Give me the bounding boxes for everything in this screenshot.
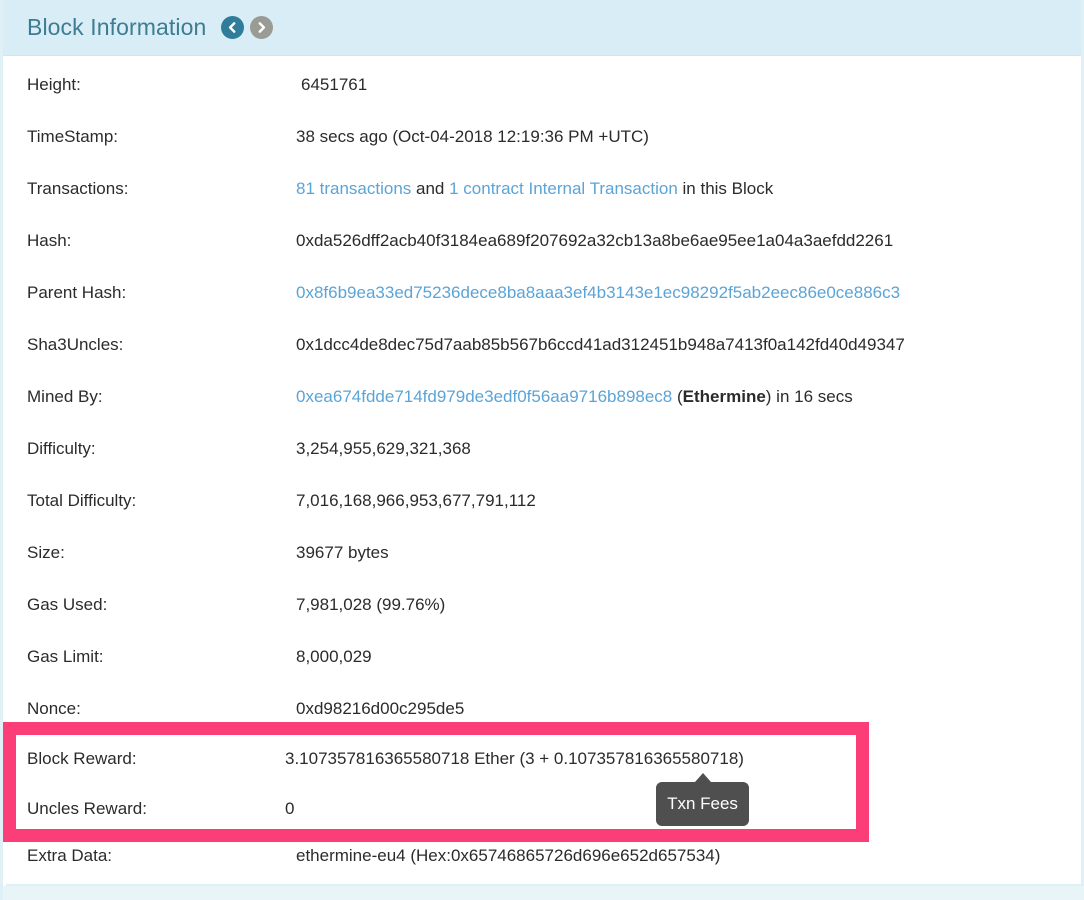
block-information-card: Block Information Height: 6451761 TimeSt…	[0, 0, 1084, 900]
nonce-value: 0xd98216d00c295de5	[296, 699, 465, 718]
txn-fees-tooltip: Txn Fees	[656, 773, 749, 826]
row-label: Hash:	[27, 231, 72, 250]
difficulty-value: 3,254,955,629,321,368	[296, 439, 471, 458]
table-row-gas-limit: Gas Limit: 8,000,029	[3, 646, 1081, 698]
row-label: Block Reward:	[27, 749, 137, 768]
block-reward-value[interactable]: 3.107357816365580718 Ether (3 + 0.107357…	[285, 748, 856, 770]
table-row-timestamp: TimeStamp: 38 secs ago (Oct-04-2018 12:1…	[3, 126, 1081, 178]
block-height-value: 6451761	[301, 75, 368, 94]
sha3uncles-value: 0x1dcc4de8dec75d7aab85b567b6ccd41ad31245…	[296, 335, 905, 354]
parent-hash-value: 0x8f6b9ea33ed75236dece8ba8aaa3ef4b3143e1…	[296, 282, 1081, 304]
chevron-right-circle-icon[interactable]	[250, 16, 274, 39]
row-label: Uncles Reward:	[27, 799, 147, 818]
block-hash-value: 0xda526dff2acb40f3184ea689f207692a32cb13…	[296, 231, 894, 250]
row-label: TimeStamp:	[27, 127, 119, 146]
page-title: Block Information	[27, 14, 207, 40]
extra-data-value: ethermine-eu4 (Hex:0x65746865726d696e652…	[296, 846, 721, 865]
table-row-extra-data: Extra Data: ethermine-eu4 (Hex:0x6574686…	[3, 845, 1084, 885]
uncles-reward-value: 0	[285, 799, 295, 818]
mined-by-open-paren: (	[672, 387, 683, 406]
block-information-screen: Block Information Height: 6451761 TimeSt…	[0, 0, 1084, 900]
table-row-parent-hash: Parent Hash: 0x8f6b9ea33ed75236dece8ba8a…	[3, 282, 1081, 334]
parent-hash-link[interactable]: 0x8f6b9ea33ed75236dece8ba8aaa3ef4b3143e1…	[296, 283, 900, 302]
card-header: Block Information	[3, 0, 1081, 56]
miner-address-link[interactable]: 0xea674fdde714fd979de3edf0f56aa9716b898e…	[296, 387, 672, 406]
card-body-continued: Extra Data: ethermine-eu4 (Hex:0x6574686…	[3, 845, 1084, 885]
internal-transaction-link[interactable]: 1 contract Internal Transaction	[449, 179, 678, 198]
row-label: Extra Data:	[27, 846, 113, 865]
row-label: Total Difficulty:	[27, 491, 137, 510]
row-label: Difficulty:	[27, 439, 96, 458]
table-row-transactions: Transactions: 81 transactions and 1 cont…	[3, 178, 1081, 230]
total-difficulty-value: 7,016,168,966,953,677,791,112	[296, 491, 536, 510]
table-row-hash: Hash: 0xda526dff2acb40f3184ea689f207692a…	[3, 230, 1081, 282]
chevron-left-circle-icon[interactable]	[221, 16, 245, 39]
timestamp-value: 38 secs ago (Oct-04-2018 12:19:36 PM +UT…	[296, 127, 649, 146]
gas-used-value: 7,981,028 (99.76%)	[296, 595, 446, 614]
gas-limit-value: 8,000,029	[296, 647, 372, 666]
table-row-difficulty: Difficulty: 3,254,955,629,321,368	[3, 438, 1081, 490]
table-row-size: Size: 39677 bytes	[3, 542, 1081, 594]
row-label: Height:	[27, 75, 81, 94]
row-label: Mined By:	[27, 387, 103, 406]
table-row-mined-by: Mined By: 0xea674fdde714fd979de3edf0f56a…	[3, 386, 1081, 438]
row-label: Transactions:	[27, 179, 129, 198]
transactions-tail: in this Block	[677, 179, 774, 198]
block-navigation	[221, 16, 274, 39]
row-label: Size:	[27, 543, 65, 562]
mining-pool-name: Ethermine	[682, 387, 766, 406]
row-label: Gas Limit:	[27, 647, 104, 666]
page-background-strip	[3, 886, 1084, 900]
mined-by-value: 0xea674fdde714fd979de3edf0f56aa9716b898e…	[296, 386, 1081, 408]
row-label: Parent Hash:	[27, 283, 127, 302]
row-label: Sha3Uncles:	[27, 335, 124, 354]
table-row-total-difficulty: Total Difficulty: 7,016,168,966,953,677,…	[3, 490, 1081, 542]
mined-by-tail: ) in 16 secs	[765, 387, 853, 406]
row-label: Gas Used:	[27, 595, 108, 614]
transactions-value: 81 transactions and 1 contract Internal …	[296, 178, 1081, 200]
table-row-gas-used: Gas Used: 7,981,028 (99.76%)	[3, 594, 1081, 646]
transactions-conjunction: and	[411, 179, 450, 198]
size-value: 39677 bytes	[296, 543, 389, 562]
table-row-sha3uncles: Sha3Uncles: 0x1dcc4de8dec75d7aab85b567b6…	[3, 334, 1081, 386]
row-label: Nonce:	[27, 699, 81, 718]
table-row-height: Height: 6451761	[3, 74, 1081, 126]
tooltip-label: Txn Fees	[667, 794, 738, 813]
transactions-link[interactable]: 81 transactions	[296, 179, 411, 198]
card-body: Height: 6451761 TimeStamp: 38 secs ago (…	[3, 56, 1081, 750]
